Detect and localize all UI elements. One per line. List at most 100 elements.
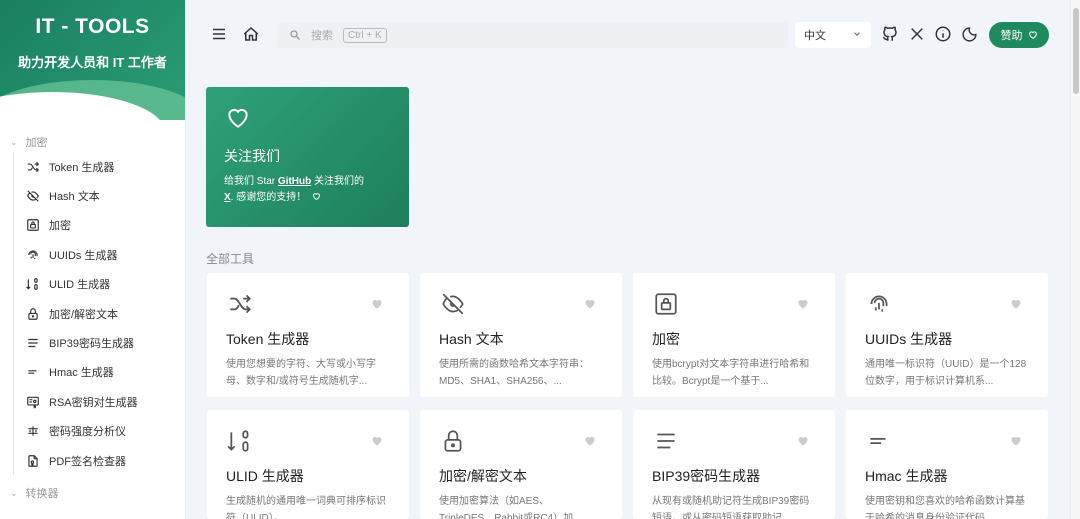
sidebar-group-converter[interactable]: ⌄ 转换器 xyxy=(0,483,185,503)
lock-square-icon xyxy=(26,218,40,232)
tool-card-title: Hmac 生成器 xyxy=(865,468,948,484)
tool-card-description: 使用所需的函数哈希文本字符串：MD5、SHA1、SHA256、... xyxy=(439,359,589,387)
search-icon xyxy=(289,29,301,41)
eye-off-icon xyxy=(439,291,467,317)
brand-subtitle: 助力开发人员和 IT 工作者 xyxy=(18,55,167,70)
x-twitter-icon[interactable] xyxy=(907,24,927,44)
tool-card-hmac[interactable]: Hmac 生成器 使用密钥和您喜欢的哈希函数计算基于哈希的消息身份验证代码... xyxy=(846,410,1048,519)
sidebar-item-token-generator[interactable]: Token 生成器 xyxy=(14,152,185,181)
sidebar-item-pdf-signature[interactable]: PDF签名检查器 xyxy=(14,446,185,475)
x-link[interactable]: X xyxy=(224,192,231,203)
password-icon xyxy=(26,424,40,438)
fingerprint-icon xyxy=(865,291,893,317)
scrollbar-thumb[interactable] xyxy=(1073,8,1079,94)
github-link[interactable]: GitHub xyxy=(278,176,311,187)
shuffle-icon xyxy=(26,160,40,174)
tool-card-description: 生成随机的通用唯一词典可排序标识符（ULID）。 xyxy=(226,496,386,519)
language-select[interactable]: 中文 xyxy=(795,22,871,48)
sidebar-item-password-strength[interactable]: 密码强度分析仪 xyxy=(14,417,185,446)
tool-card-title: BIP39密码生成器 xyxy=(652,468,761,484)
follow-us-text: 给我们 Star GitHub 关注我们的 X. 感谢您的支持！ xyxy=(224,174,391,206)
brand-header[interactable]: IT - TOOLS 助力开发人员和 IT 工作者 xyxy=(0,0,185,120)
align-justified-icon xyxy=(26,336,40,350)
tool-card-title: Hash 文本 xyxy=(439,331,504,347)
follow-us-text-part: . 感谢您的支持！ xyxy=(230,192,307,203)
page-scrollbar[interactable] xyxy=(1070,0,1080,519)
sidebar-item-label: Hash 文本 xyxy=(49,191,100,204)
lock-icon xyxy=(439,428,467,454)
sidebar-group-crypto[interactable]: ⌄ 加密 xyxy=(0,132,185,152)
search-input[interactable]: 搜索 Ctrl + K xyxy=(277,22,788,48)
sidebar-item-label: 加密/解密文本 xyxy=(49,308,119,321)
chevron-down-icon: ⌄ xyxy=(10,136,18,147)
moon-icon[interactable] xyxy=(959,24,979,44)
info-icon[interactable] xyxy=(933,24,953,44)
sidebar: IT - TOOLS 助力开发人员和 IT 工作者 ⌄ 加密 Token 生成器… xyxy=(0,0,186,519)
sidebar-item-rsa[interactable]: RSA密钥对生成器 xyxy=(14,387,185,416)
sidebar-group-label: 转换器 xyxy=(25,488,59,501)
tool-card-hash-text[interactable]: Hash 文本 使用所需的函数哈希文本字符串：MD5、SHA1、SHA256、.… xyxy=(420,273,622,397)
follow-us-text-part: 给我们 Star xyxy=(224,176,278,187)
sidebar-item-label: Token 生成器 xyxy=(49,161,115,174)
topbar: 搜索 Ctrl + K 中文 赞助 xyxy=(186,0,1070,70)
heart-icon xyxy=(224,105,252,131)
sort-numeric-icon xyxy=(26,277,40,291)
follow-us-title: 关注我们 xyxy=(224,148,280,164)
menu-icon[interactable] xyxy=(209,24,229,44)
sidebar-item-uuid-generator[interactable]: UUIDs 生成器 xyxy=(14,240,185,269)
short-text-icon xyxy=(865,428,893,454)
favorite-heart-icon[interactable] xyxy=(584,297,596,309)
favorite-heart-icon[interactable] xyxy=(797,297,809,309)
tool-card-bcrypt[interactable]: 加密 使用bcrypt对文本字符串进行哈希和比较。Bcrypt是一个基于... xyxy=(633,273,835,397)
sidebar-item-bcrypt[interactable]: 加密 xyxy=(14,211,185,240)
sidebar-menu: ⌄ 加密 Token 生成器 Hash 文本 加密 UUIDs 生成器 ULID… xyxy=(0,132,185,503)
tool-card-description: 使用您想要的字符、大写或小写字母、数字和/或符号生成随机字... xyxy=(226,359,376,387)
search-placeholder: 搜索 xyxy=(311,30,333,42)
sidebar-group-label: 加密 xyxy=(25,137,48,149)
lock-square-icon xyxy=(652,291,680,317)
sidebar-item-label: 密码强度分析仪 xyxy=(49,426,126,439)
github-icon[interactable] xyxy=(880,24,900,44)
tool-card-title: ULID 生成器 xyxy=(226,468,304,484)
eye-off-icon xyxy=(26,189,40,203)
sidebar-item-bip39[interactable]: BIP39密码生成器 xyxy=(14,328,185,357)
sidebar-item-hmac[interactable]: Hmac 生成器 xyxy=(14,358,185,387)
sidebar-item-label: UUIDs 生成器 xyxy=(49,249,118,262)
favorite-heart-icon[interactable] xyxy=(1010,434,1022,446)
follow-us-card: 关注我们 给我们 Star GitHub 关注我们的 X. 感谢您的支持！ xyxy=(206,87,409,227)
sidebar-item-label: RSA密钥对生成器 xyxy=(49,396,138,409)
tool-card-encrypt-decrypt[interactable]: 加密/解密文本 使用加密算法（如AES、TripleDES、Rabbit或RC4… xyxy=(420,410,622,519)
favorite-heart-icon[interactable] xyxy=(1010,297,1022,309)
brand-title[interactable]: IT - TOOLS xyxy=(0,15,185,39)
home-icon[interactable] xyxy=(241,24,261,44)
favorite-heart-icon[interactable] xyxy=(584,434,596,446)
tool-card-title: 加密 xyxy=(652,331,680,347)
tool-card-token-generator[interactable]: Token 生成器 使用您想要的字符、大写或小写字母、数字和/或符号生成随机字.… xyxy=(207,273,409,397)
sidebar-item-label: ULID 生成器 xyxy=(49,279,111,292)
shuffle-icon xyxy=(226,291,254,317)
section-title-all-tools: 全部工具 xyxy=(206,252,255,266)
tool-card-description: 使用密钥和您喜欢的哈希函数计算基于哈希的消息身份验证代码... xyxy=(865,496,1025,519)
tool-card-ulid-generator[interactable]: ULID 生成器 生成随机的通用唯一词典可排序标识符（ULID）。 xyxy=(207,410,409,519)
sidebar-item-hash-text[interactable]: Hash 文本 xyxy=(14,181,185,210)
tool-card-description: 使用加密算法（如AES、TripleDES、Rabbit或RC4）加... xyxy=(439,496,582,519)
short-text-icon xyxy=(26,365,40,379)
tool-card-description: 从现有或随机助记符生成BIP39密码短语，或从密码短语获取助记... xyxy=(652,496,810,519)
sidebar-item-encrypt-decrypt[interactable]: 加密/解密文本 xyxy=(14,299,185,328)
favorite-heart-icon[interactable] xyxy=(371,434,383,446)
sidebar-item-label: 加密 xyxy=(49,220,71,233)
tool-card-bip39[interactable]: BIP39密码生成器 从现有或随机助记符生成BIP39密码短语，或从密码短语获取… xyxy=(633,410,835,519)
tool-card-title: Token 生成器 xyxy=(226,331,310,347)
sidebar-item-label: BIP39密码生成器 xyxy=(49,338,134,351)
file-cert-icon xyxy=(26,454,40,468)
tool-card-title: 加密/解密文本 xyxy=(439,468,527,484)
tool-card-uuid-generator[interactable]: UUIDs 生成器 通用唯一标识符（UUID）是一个128位数字，用于标识计算机… xyxy=(846,273,1048,397)
tool-card-title: UUIDs 生成器 xyxy=(865,331,953,347)
favorite-heart-icon[interactable] xyxy=(371,297,383,309)
sidebar-item-ulid-generator[interactable]: ULID 生成器 xyxy=(14,270,185,299)
sort-numeric-icon xyxy=(226,428,254,454)
favorite-heart-icon[interactable] xyxy=(797,434,809,446)
heart-icon xyxy=(1028,30,1038,40)
donate-button[interactable]: 赞助 xyxy=(989,22,1049,48)
certificate-icon xyxy=(26,395,40,409)
